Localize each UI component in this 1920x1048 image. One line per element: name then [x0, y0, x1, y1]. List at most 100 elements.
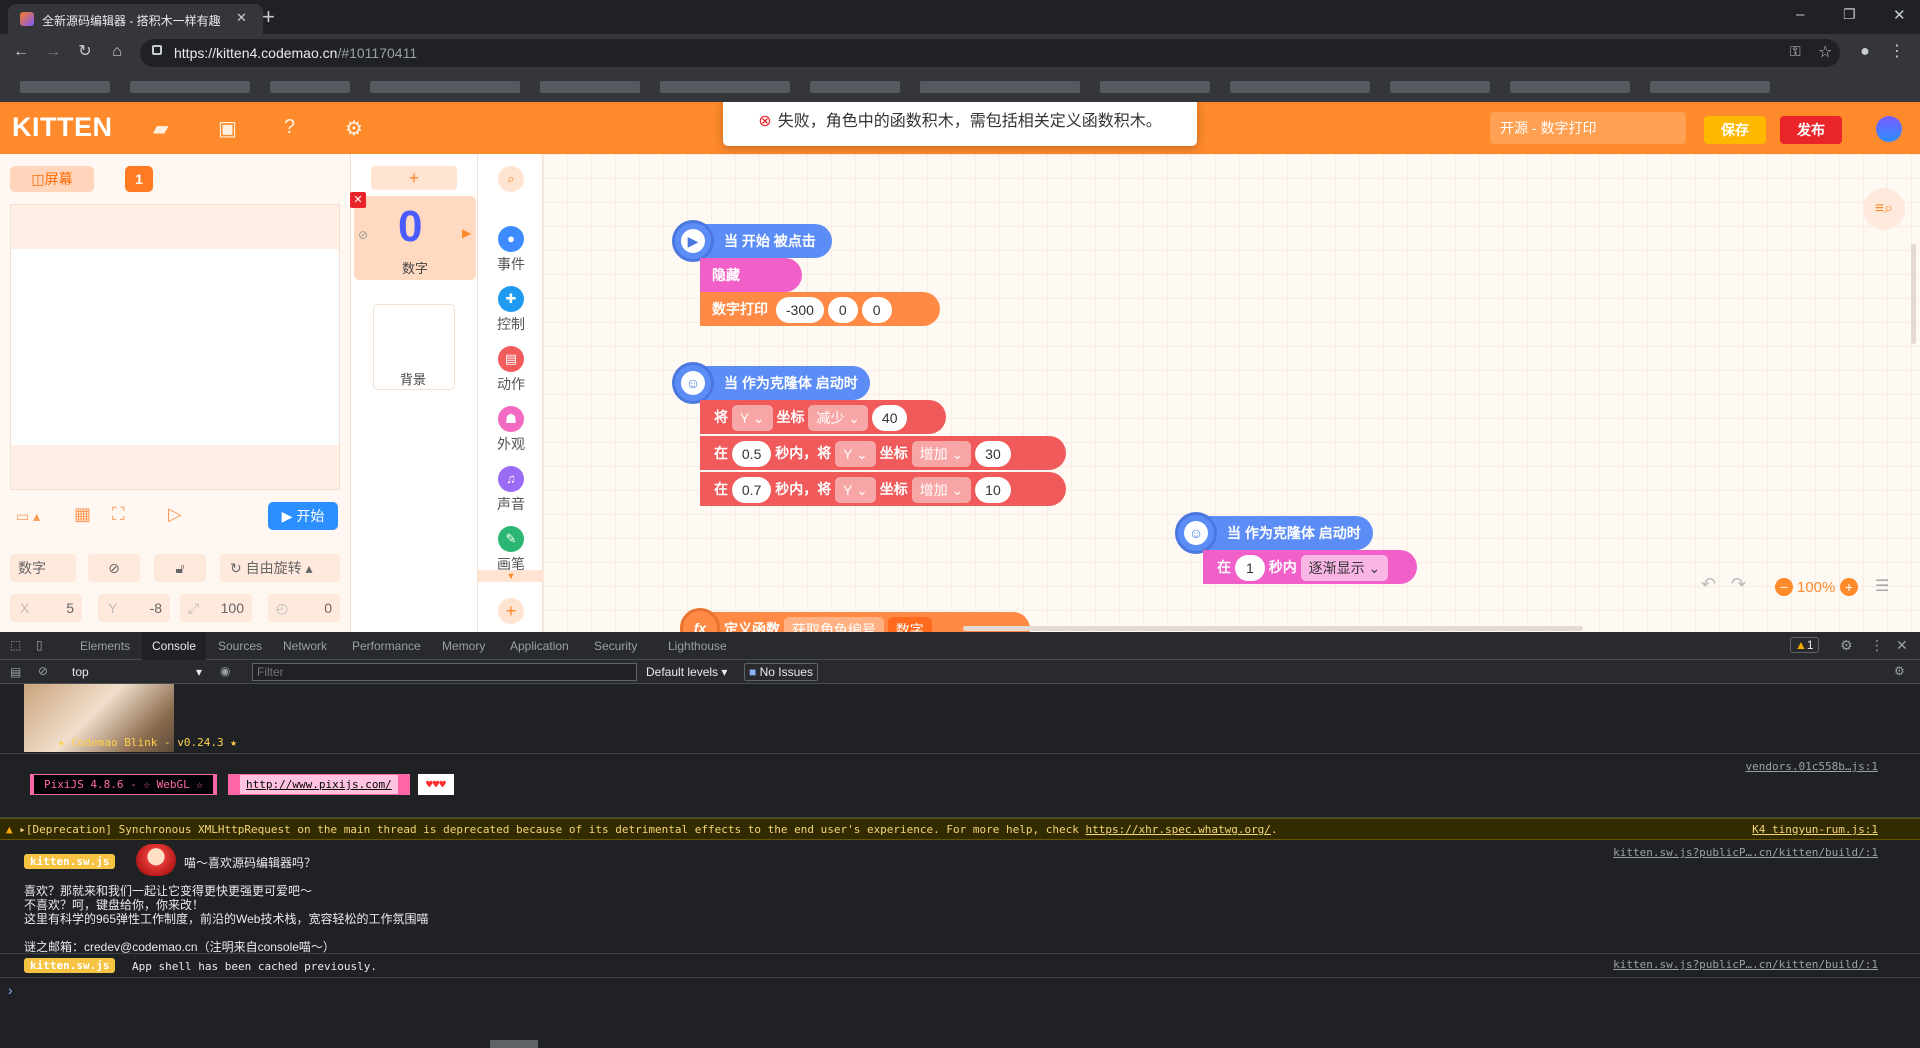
folder-icon[interactable]: ▰: [153, 116, 168, 141]
profile-icon[interactable]: ●: [1854, 42, 1876, 62]
close-devtools-icon[interactable]: ✕: [1896, 637, 1908, 654]
browser-tab[interactable]: 全新源码编辑器 - 搭积木一样有趣 ✕: [8, 4, 263, 34]
y-field[interactable]: Y -8: [98, 594, 170, 622]
time-input[interactable]: 1: [1234, 555, 1265, 582]
rotation-mode-select[interactable]: ↻ 自由旋转 ▴: [220, 554, 340, 582]
levels-select[interactable]: Default levels ▾: [646, 665, 727, 679]
glide-y-block[interactable]: 在 0.7 秒内，将 Y ⌄ 坐标 增加 ⌄ 10: [700, 472, 1066, 506]
function-name[interactable]: 获取角色编号: [783, 617, 884, 632]
gear-icon[interactable]: ⚙: [345, 116, 363, 141]
record-icon[interactable]: ▷: [168, 504, 182, 525]
sprite-card[interactable]: ✕ ⊘ 0 ▶ 数字: [350, 192, 476, 280]
align-icon[interactable]: ☰: [1875, 576, 1889, 596]
tab-console[interactable]: Console: [142, 632, 206, 660]
op-select[interactable]: 增加 ⌄: [911, 441, 972, 468]
tab-performance[interactable]: Performance: [352, 632, 421, 660]
function-param[interactable]: 数字: [887, 617, 932, 632]
backpack-icon[interactable]: ▣: [218, 116, 237, 141]
vertical-scrollbar[interactable]: [1911, 244, 1916, 344]
filter-input[interactable]: [252, 663, 637, 681]
op-select[interactable]: 增加 ⌄: [911, 477, 972, 504]
minimize-button[interactable]: –: [1796, 6, 1804, 23]
screen-number[interactable]: 1: [125, 166, 153, 192]
url-field[interactable]: https://kitten4.codemao.cn/#101170411 ⚿ …: [140, 39, 1840, 67]
category-event[interactable]: ● 事件: [478, 226, 544, 274]
code-workspace[interactable]: ▶ 当 开始 被点击 隐藏 数字打印 -300 0 0 ☺ 当 作为克隆体 启动…: [543, 154, 1920, 632]
glide-y-block[interactable]: 在 0.5 秒内，将 Y ⌄ 坐标 增加 ⌄ 30: [700, 436, 1066, 470]
effect-select[interactable]: 逐渐显示 ⌄: [1300, 555, 1389, 582]
horizontal-scrollbar[interactable]: [963, 626, 1583, 631]
print-arg-z[interactable]: 0: [861, 297, 892, 324]
home-icon[interactable]: ⌂: [106, 42, 128, 62]
when-clone-starts-block[interactable]: ☺ 当 作为克隆体 启动时: [1175, 512, 1373, 554]
category-search[interactable]: ⌕: [478, 166, 544, 194]
print-arg-x[interactable]: -300: [775, 297, 824, 324]
key-icon[interactable]: ⚿: [1790, 43, 1801, 60]
axis-select[interactable]: Y ⌄: [835, 477, 876, 504]
category-control[interactable]: ✚ 控制: [478, 286, 544, 334]
add-sprite-button[interactable]: +: [371, 166, 457, 190]
warning-counter[interactable]: ▲1: [1790, 637, 1819, 653]
visibility-toggle[interactable]: ⊘: [88, 554, 140, 582]
console-settings-icon[interactable]: ⚙: [1894, 664, 1905, 678]
avatar[interactable]: [1876, 116, 1902, 142]
tab-lighthouse[interactable]: Lighthouse: [668, 632, 727, 660]
sidebar-toggle-icon[interactable]: ▤: [10, 665, 21, 679]
tab-sources[interactable]: Sources: [218, 632, 262, 660]
block-search-button[interactable]: ≡⌕: [1863, 188, 1905, 230]
settings-icon[interactable]: ⚙: [1840, 637, 1853, 654]
grid-icon[interactable]: ▦: [74, 504, 91, 525]
console-prompt[interactable]: ›: [0, 978, 1920, 1008]
zoom-in-icon[interactable]: +: [1840, 578, 1858, 596]
tab-network[interactable]: Network: [283, 632, 327, 660]
start-button[interactable]: ▶ 开始: [268, 502, 338, 530]
close-window-button[interactable]: ✕: [1893, 6, 1906, 24]
tab-application[interactable]: Application: [510, 632, 569, 660]
inspect-icon[interactable]: ⬚: [10, 638, 21, 652]
source-link[interactable]: kitten.sw.js?publicP….cn/kitten/build/:1: [1613, 958, 1878, 971]
source-link[interactable]: K4 tingyun-rum.js:1: [1752, 823, 1878, 836]
stage-canvas[interactable]: [10, 204, 340, 490]
rotation-field[interactable]: ◴ 0: [268, 594, 340, 622]
device-toggle-icon[interactable]: ▯: [36, 638, 43, 652]
devtools-scrollbar[interactable]: [490, 1040, 538, 1048]
reload-icon[interactable]: ↻: [74, 42, 96, 62]
eye-icon[interactable]: ◉: [220, 664, 230, 678]
kitten-logo[interactable]: KITTEN: [12, 112, 113, 143]
clear-console-icon[interactable]: ⊘: [38, 664, 48, 678]
category-motion[interactable]: ▤ 动作: [478, 346, 544, 394]
tab-memory[interactable]: Memory: [442, 632, 485, 660]
help-icon[interactable]: ?: [284, 116, 295, 139]
source-link[interactable]: kitten.sw.js?publicP….cn/kitten/build/:1: [1613, 846, 1878, 859]
project-name-input[interactable]: 开源 - 数字打印: [1490, 112, 1686, 144]
stage-size-icon[interactable]: ▭ ▴: [16, 508, 40, 525]
back-icon[interactable]: ←: [10, 42, 32, 62]
time-input[interactable]: 0.5: [731, 441, 772, 468]
background-card[interactable]: 背景: [373, 304, 455, 390]
screen-tab[interactable]: ◫屏幕: [10, 166, 94, 192]
sprite-name-field[interactable]: 数字: [10, 554, 76, 582]
size-field[interactable]: ⤢ 100: [180, 594, 252, 622]
category-pen[interactable]: ✎ 画笔: [478, 526, 544, 574]
tab-elements[interactable]: Elements: [80, 632, 130, 660]
sprite-arrow-icon[interactable]: ▶: [462, 226, 471, 240]
value-input[interactable]: 10: [975, 477, 1011, 504]
op-select[interactable]: 减少 ⌄: [808, 405, 869, 432]
tab-close-icon[interactable]: ✕: [236, 10, 247, 26]
when-start-clicked-block[interactable]: ▶ 当 开始 被点击: [672, 220, 832, 262]
fade-in-block[interactable]: 在 1 秒内 逐渐显示 ⌄: [1203, 550, 1417, 584]
add-extension-button[interactable]: +: [478, 598, 544, 626]
publish-button[interactable]: 发布: [1780, 116, 1842, 144]
redo-icon[interactable]: ↷: [1731, 574, 1746, 595]
x-field[interactable]: X5: [10, 594, 82, 622]
issues-button[interactable]: ■ No Issues: [744, 663, 818, 681]
print-arg-y[interactable]: 0: [827, 297, 858, 324]
scroll-down-indicator[interactable]: ▼: [478, 570, 544, 582]
axis-select[interactable]: Y ⌄: [835, 441, 876, 468]
forward-icon[interactable]: →: [42, 42, 64, 62]
source-link[interactable]: vendors.01c558b…js:1: [1746, 760, 1878, 773]
save-button[interactable]: 保存: [1704, 116, 1766, 144]
context-select[interactable]: top ▾: [72, 665, 202, 679]
star-icon[interactable]: ☆: [1818, 42, 1832, 62]
restore-button[interactable]: ❐: [1843, 6, 1856, 23]
